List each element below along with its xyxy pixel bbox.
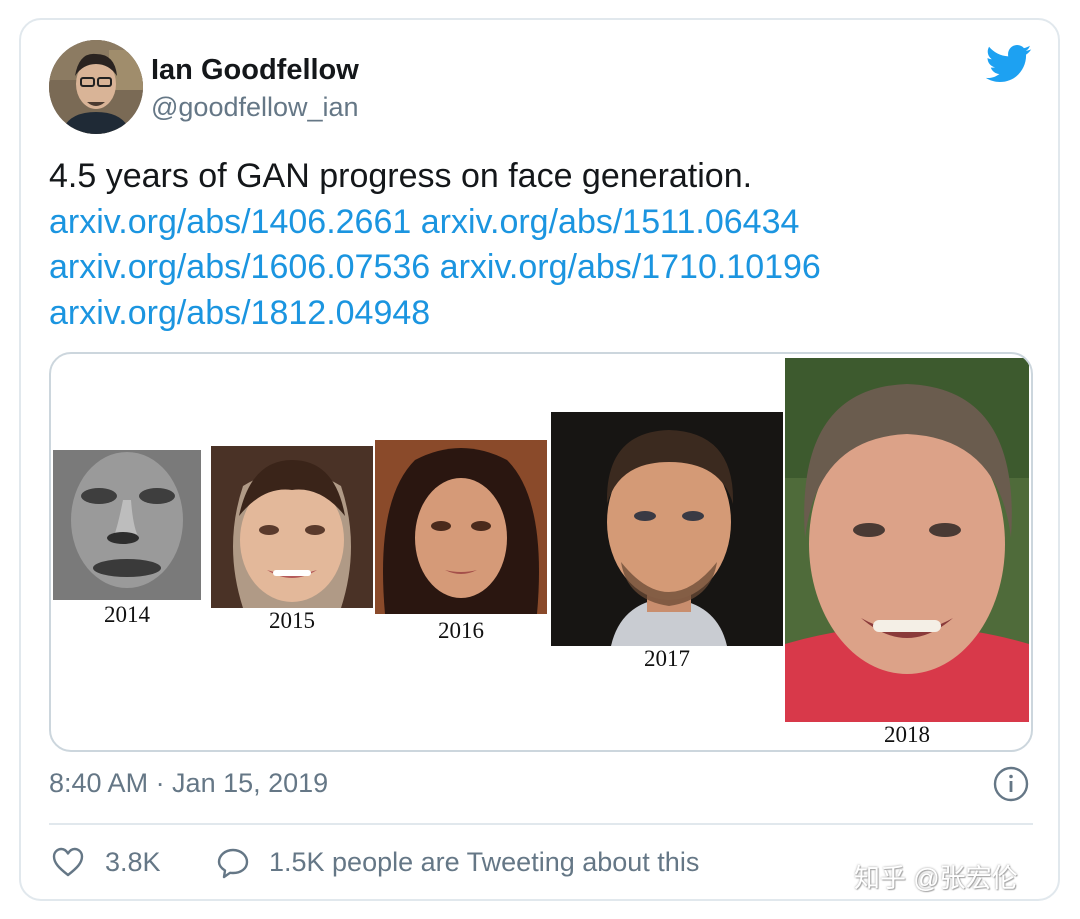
link-1406[interactable]: arxiv.org/abs/1406.2661 <box>49 203 411 241</box>
year-label-2018: 2018 <box>884 722 930 747</box>
divider <box>49 823 1033 825</box>
like-count[interactable]: 3.8K <box>105 847 161 878</box>
face-2015-image <box>211 446 373 608</box>
face-2014-image <box>53 450 201 600</box>
year-label-2014: 2014 <box>104 602 150 627</box>
face-2016-image <box>375 440 547 614</box>
link-1511[interactable]: arxiv.org/abs/1511.06434 <box>421 203 800 241</box>
tweet-card: Ian Goodfellow @goodfellow_ian 4.5 years… <box>19 18 1060 901</box>
link-1606[interactable]: arxiv.org/abs/1606.07536 <box>49 248 430 286</box>
reply-bubble-icon[interactable] <box>216 846 250 880</box>
link-1710[interactable]: arxiv.org/abs/1710.10196 <box>440 248 821 286</box>
info-icon[interactable] <box>993 766 1029 802</box>
watermark: 知乎 @张宏伦 <box>854 863 1018 893</box>
tweeting-count[interactable]: 1.5K people are Tweeting about this <box>269 847 699 878</box>
avatar[interactable] <box>49 40 143 134</box>
tweet-message: 4.5 years of GAN progress on face genera… <box>49 157 753 195</box>
media-image[interactable]: 2014 2015 2016 2017 2018 <box>49 352 1033 752</box>
heart-icon[interactable] <box>51 846 85 878</box>
twitter-bird-icon[interactable] <box>986 44 1032 84</box>
link-1812[interactable]: arxiv.org/abs/1812.04948 <box>49 294 430 332</box>
year-label-2017: 2017 <box>644 646 690 671</box>
year-label-2016: 2016 <box>438 618 484 643</box>
timestamp[interactable]: 8:40 AM · Jan 15, 2019 <box>49 768 328 799</box>
year-label-2015: 2015 <box>269 608 315 633</box>
face-2018-image <box>785 358 1029 722</box>
face-2017-image <box>551 412 783 646</box>
author-handle[interactable]: @goodfellow_ian <box>151 92 359 123</box>
tweet-text: 4.5 years of GAN progress on face genera… <box>49 154 1009 336</box>
author-name[interactable]: Ian Goodfellow <box>151 54 359 87</box>
